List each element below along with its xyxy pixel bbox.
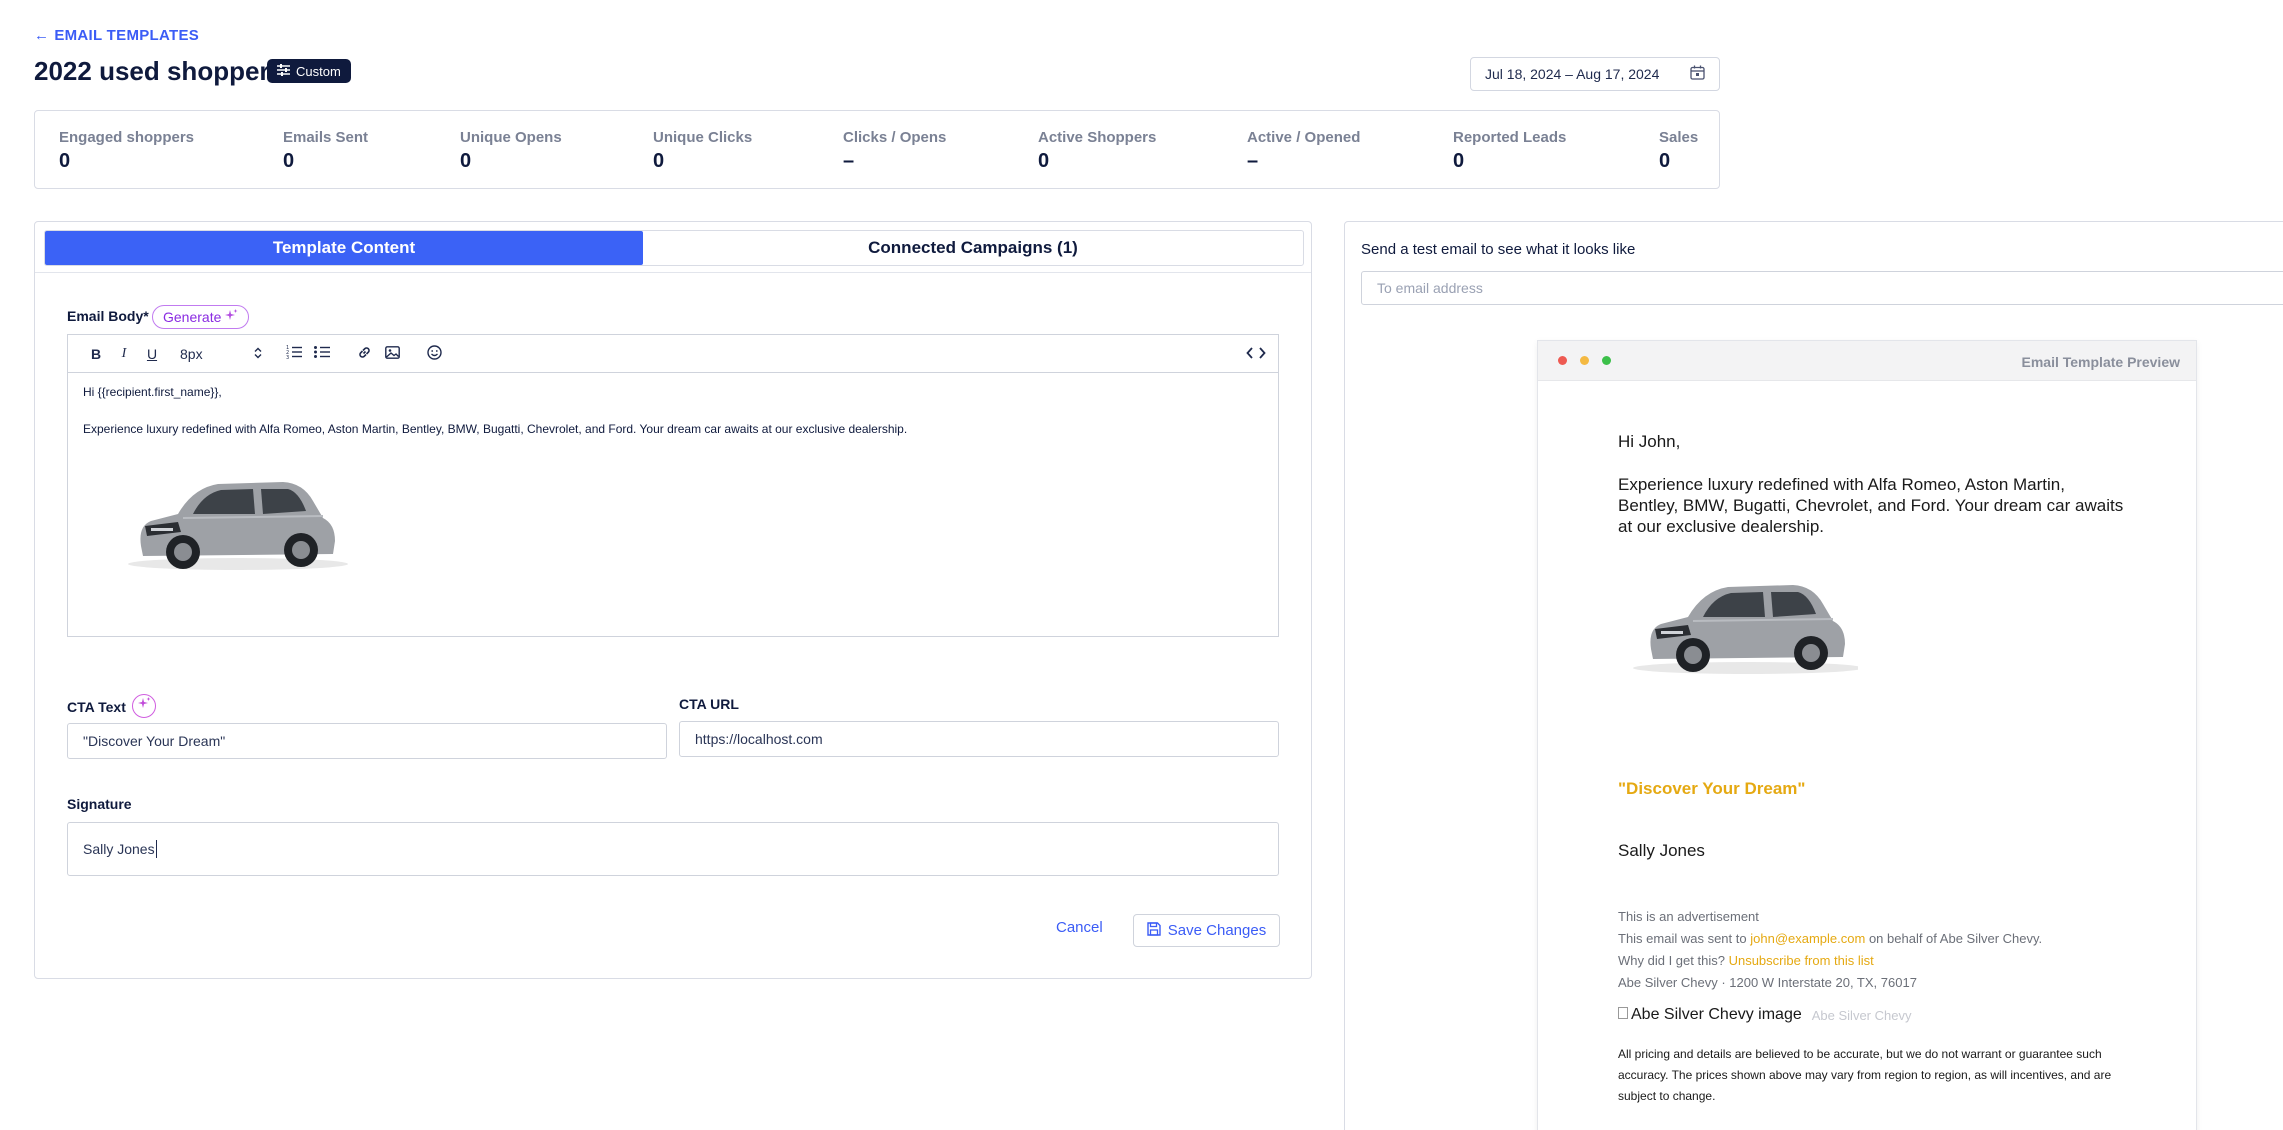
text-cursor (155, 840, 157, 858)
insert-link-button[interactable] (350, 340, 378, 368)
underline-button[interactable]: U (138, 340, 166, 368)
date-range-value: Jul 18, 2024 – Aug 17, 2024 (1485, 66, 1660, 82)
logo-name: Abe Silver Chevy (1811, 1007, 1912, 1023)
editor-toolbar: B I U 8px 123 (68, 335, 1278, 373)
body-greeting: Hi {{recipient.first_name}}, (83, 385, 222, 399)
sparkles-icon (137, 697, 151, 715)
font-size-value: 8px (180, 345, 203, 362)
back-link-label: EMAIL TEMPLATES (54, 27, 200, 44)
custom-badge: Custom (267, 59, 351, 83)
save-changes-label: Save Changes (1167, 922, 1267, 939)
generate-button[interactable]: Generate (152, 305, 250, 329)
unsubscribe-link[interactable]: Unsubscribe from this list (1729, 953, 1874, 968)
stat-unique-clicks: Unique Clicks 0 (653, 129, 753, 172)
broken-image-icon (1618, 1006, 1628, 1024)
back-to-email-templates-link[interactable]: ← EMAIL TEMPLATES (34, 27, 199, 44)
preview-title: Email Template Preview (2021, 354, 2180, 370)
email-body-label: Email Body* (67, 308, 149, 324)
preview-logo-line: Abe Silver Chevy image Abe Silver Chevy (1618, 1006, 1911, 1024)
cta-text-label: CTA Text (67, 699, 126, 715)
source-code-button[interactable] (1242, 340, 1270, 368)
signature-value: Sally Jones (83, 841, 155, 857)
preview-footer-sent: This email was sent to john@example.com … (1618, 931, 2043, 946)
arrow-left-icon: ← (34, 27, 50, 44)
cta-generate-button[interactable] (132, 694, 156, 718)
broken-image: Abe Silver Chevy image (1618, 1006, 1802, 1024)
preview-footer-ad: This is an advertisement (1618, 909, 1759, 924)
cta-url-input[interactable]: https://localhost.com (679, 721, 1279, 757)
signature-input[interactable]: Sally Jones (67, 822, 1279, 876)
font-size-select[interactable]: 8px (170, 340, 270, 368)
svg-text:3: 3 (286, 355, 289, 359)
preview-body: Experience luxury redefined with Alfa Ro… (1618, 475, 2124, 536)
close-dot-icon (1558, 356, 1567, 365)
custom-badge-label: Custom (296, 63, 341, 79)
test-email-label: Send a test email to see what it looks l… (1361, 241, 1636, 258)
sort-arrows-icon (254, 346, 262, 362)
save-icon (1147, 921, 1161, 940)
link-icon (357, 345, 372, 363)
stat-clicks-per-opens: Clicks / Opens – (843, 129, 947, 172)
signature-label: Signature (67, 796, 132, 812)
car-image (123, 466, 1263, 579)
date-range-picker[interactable]: Jul 18, 2024 – Aug 17, 2024 (1470, 57, 1720, 91)
email-preview-window: Email Template Preview Hi John, Experien… (1537, 340, 2197, 1130)
italic-button[interactable]: I (110, 340, 138, 368)
stat-reported-leads: Reported Leads 0 (1453, 129, 1567, 172)
cta-url-label: CTA URL (679, 696, 739, 712)
sparkles-icon (225, 309, 238, 325)
bold-button[interactable]: B (82, 340, 110, 368)
generate-button-label: Generate (163, 309, 222, 325)
tabs-divider (35, 272, 1311, 273)
preview-car-image (1578, 563, 1863, 688)
save-changes-button[interactable]: Save Changes (1133, 914, 1280, 947)
image-icon (384, 345, 400, 362)
template-editor-card: Template Content Connected Campaigns (1)… (34, 221, 1312, 979)
calendar-icon (1690, 65, 1705, 83)
tab-template-content[interactable]: Template Content (45, 231, 643, 265)
logo-alt-text: Abe Silver Chevy image (1631, 1006, 1802, 1023)
minimize-dot-icon (1580, 356, 1589, 365)
emoji-icon (426, 344, 442, 363)
insert-image-button[interactable] (378, 340, 406, 368)
code-icon (1246, 346, 1266, 363)
preview-disclaimer: All pricing and details are believed to … (1618, 1047, 2112, 1103)
editor-tabs: Template Content Connected Campaigns (1) (44, 230, 1304, 266)
stats-bar: Engaged shoppers 0 Emails Sent 0 Unique … (34, 110, 1720, 189)
stat-emails-sent: Emails Sent 0 (283, 129, 369, 172)
stat-engaged-shoppers: Engaged shoppers 0 (59, 129, 195, 172)
cta-text-input[interactable]: "Discover Your Dream" (67, 723, 667, 759)
stat-unique-opens: Unique Opens 0 (460, 129, 562, 172)
stat-sales: Sales 0 (1659, 129, 1699, 172)
email-body-content[interactable]: Hi {{recipient.first_name}}, Experience … (68, 373, 1278, 591)
tab-connected-campaigns[interactable]: Connected Campaigns (1) (643, 231, 1303, 265)
email-body-editor[interactable]: B I U 8px 123 Hi {{recipient.first_name}… (67, 334, 1279, 637)
insert-emoji-button[interactable] (420, 340, 448, 368)
ordered-list-icon: 123 (286, 345, 302, 362)
stat-active-shoppers: Active Shoppers 0 (1038, 129, 1157, 172)
body-paragraph: Experience luxury redefined with Alfa Ro… (83, 422, 908, 436)
bullet-list-icon (314, 345, 330, 362)
preview-titlebar: Email Template Preview (1538, 341, 2196, 381)
stat-active-per-opened: Active / Opened – (1247, 129, 1361, 172)
cancel-button[interactable]: Cancel (1056, 919, 1103, 936)
maximize-dot-icon (1602, 356, 1611, 365)
preview-cta-button[interactable]: "Discover Your Dream" (1618, 779, 1805, 799)
preview-panel: Send a test email to see what it looks l… (1344, 221, 2283, 1130)
preview-recipient-email-link[interactable]: john@example.com (1750, 931, 1865, 946)
preview-greeting: Hi John, (1618, 432, 1681, 451)
ordered-list-button[interactable]: 123 (280, 340, 308, 368)
preview-footer-address: Abe Silver Chevy · 1200 W Interstate 20,… (1618, 975, 1917, 990)
test-email-input[interactable]: To email address (1361, 271, 2283, 305)
page-title: 2022 used shoppers (34, 56, 284, 86)
sliders-icon (277, 63, 290, 79)
bullet-list-button[interactable] (308, 340, 336, 368)
preview-signature: Sally Jones (1618, 841, 1705, 860)
preview-footer-why: Why did I get this? Unsubscribe from thi… (1618, 953, 1874, 968)
